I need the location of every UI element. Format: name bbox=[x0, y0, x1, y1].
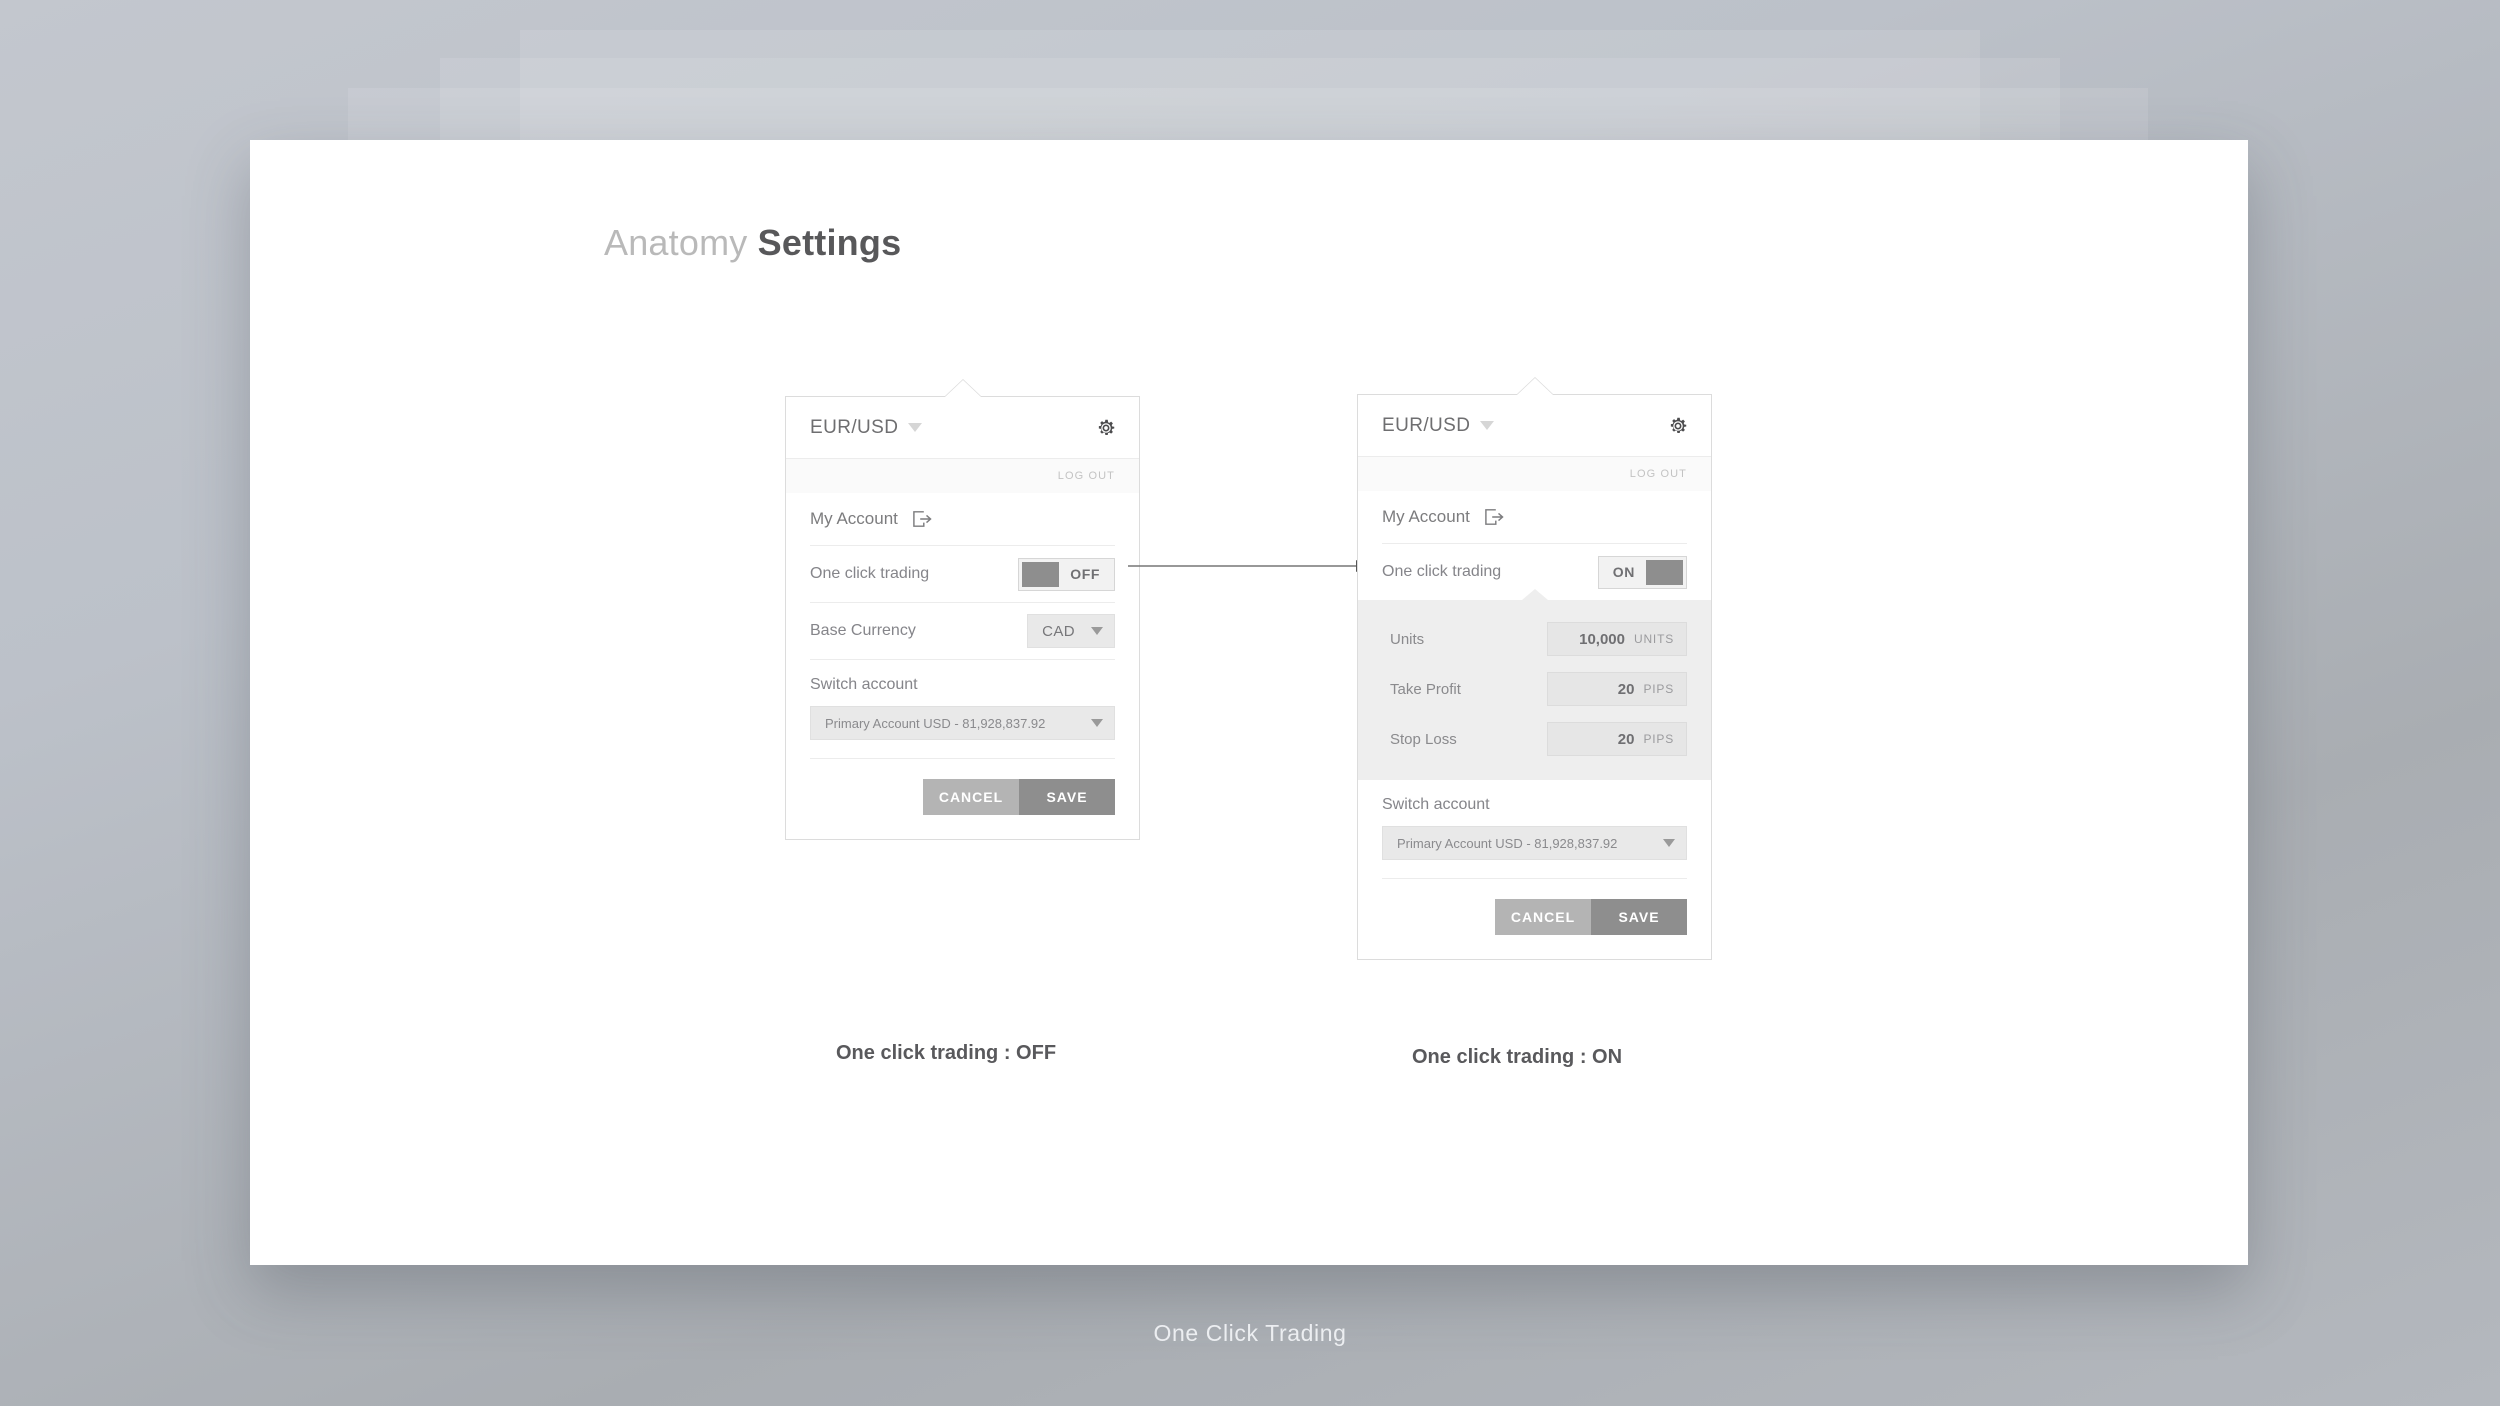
one-click-trading-toggle-on[interactable]: ON bbox=[1597, 555, 1687, 589]
stop-loss-row: Stop Loss 20 PIPS bbox=[1382, 714, 1687, 764]
settings-panel-on: EUR/USD LOG OUT My Account One click tra… bbox=[1357, 378, 1712, 960]
one-click-trading-label: One click trading bbox=[1382, 563, 1502, 580]
base-currency-row: Base Currency CAD bbox=[810, 603, 1115, 660]
save-button[interactable]: SAVE bbox=[1019, 779, 1115, 815]
currency-pair-label[interactable]: EUR/USD bbox=[810, 417, 898, 439]
export-icon[interactable] bbox=[898, 510, 932, 528]
connector-arrow bbox=[1128, 556, 1368, 576]
panel-body: My Account One click trading ON Units 10… bbox=[1358, 491, 1711, 959]
stop-loss-input[interactable]: 20 PIPS bbox=[1547, 722, 1687, 756]
toggle-knob bbox=[1646, 559, 1683, 585]
account-select[interactable]: Primary Account USD - 81,928,837.92 bbox=[1382, 826, 1687, 860]
switch-account-label: Switch account bbox=[1382, 796, 1490, 813]
account-select-value: Primary Account USD - 81,928,837.92 bbox=[825, 715, 1046, 731]
settings-panel-off: EUR/USD LOG OUT My Account One click tra… bbox=[785, 380, 1140, 840]
account-select-value: Primary Account USD - 81,928,837.92 bbox=[1397, 835, 1618, 851]
take-profit-input[interactable]: 20 PIPS bbox=[1547, 672, 1687, 706]
logout-strip: LOG OUT bbox=[786, 459, 1139, 493]
cancel-button[interactable]: CANCEL bbox=[1495, 899, 1591, 935]
units-unit: UNITS bbox=[1634, 632, 1674, 646]
currency-pair-label[interactable]: EUR/USD bbox=[1382, 415, 1470, 437]
logout-button[interactable]: LOG OUT bbox=[1630, 468, 1687, 480]
gear-icon[interactable] bbox=[1667, 415, 1689, 437]
take-profit-label: Take Profit bbox=[1390, 680, 1461, 698]
panel-button-row: CANCEL SAVE bbox=[810, 759, 1115, 839]
toggle-state-label: ON bbox=[1612, 564, 1635, 580]
stop-loss-unit: PIPS bbox=[1643, 732, 1674, 746]
export-icon[interactable] bbox=[1470, 508, 1504, 526]
chevron-down-icon bbox=[1091, 719, 1103, 727]
logout-button[interactable]: LOG OUT bbox=[1058, 470, 1115, 482]
page-title: Anatomy Settings bbox=[604, 222, 901, 264]
one-click-settings-group: Units 10,000 UNITS Take Profit 20 PIPS S… bbox=[1358, 589, 1711, 780]
one-click-trading-toggle-off[interactable]: OFF bbox=[1018, 557, 1115, 591]
switch-account-label: Switch account bbox=[810, 676, 918, 693]
chevron-down-icon bbox=[1663, 839, 1675, 847]
take-profit-unit: PIPS bbox=[1643, 682, 1674, 696]
base-currency-select[interactable]: CAD bbox=[1027, 614, 1115, 648]
chevron-down-icon[interactable] bbox=[1480, 421, 1495, 430]
chevron-down-icon[interactable] bbox=[908, 423, 923, 432]
panel-notch-icon bbox=[1516, 378, 1553, 396]
cancel-button[interactable]: CANCEL bbox=[923, 779, 1019, 815]
units-label: Units bbox=[1390, 630, 1425, 648]
units-row: Units 10,000 UNITS bbox=[1382, 614, 1687, 664]
my-account-row[interactable]: My Account bbox=[810, 493, 1115, 546]
stop-loss-label: Stop Loss bbox=[1390, 730, 1457, 748]
page-title-thin: Anatomy bbox=[604, 222, 748, 263]
logout-strip: LOG OUT bbox=[1358, 457, 1711, 491]
take-profit-row: Take Profit 20 PIPS bbox=[1382, 664, 1687, 714]
caption-on: One click trading : ON bbox=[1412, 1046, 1623, 1068]
switch-account-block: Switch account Primary Account USD - 81,… bbox=[810, 660, 1115, 759]
my-account-row[interactable]: My Account bbox=[1382, 491, 1687, 544]
my-account-label: My Account bbox=[1382, 507, 1470, 526]
group-notch-icon bbox=[1521, 589, 1548, 600]
chevron-down-icon bbox=[1091, 627, 1103, 635]
caption-off: One click trading : OFF bbox=[836, 1042, 1057, 1064]
toggle-knob bbox=[1022, 561, 1060, 587]
units-value: 10,000 bbox=[1579, 630, 1625, 648]
one-click-trading-row: One click trading OFF bbox=[810, 546, 1115, 603]
my-account-label: My Account bbox=[810, 509, 898, 528]
account-select[interactable]: Primary Account USD - 81,928,837.92 bbox=[810, 706, 1115, 740]
one-click-trading-label: One click trading bbox=[810, 565, 930, 582]
panel-body: My Account One click trading OFF Base Cu… bbox=[786, 493, 1139, 839]
stop-loss-value: 20 bbox=[1617, 730, 1635, 748]
panel-notch-icon bbox=[944, 380, 981, 398]
footer-title: One Click Trading bbox=[1153, 1320, 1347, 1346]
page-title-bold: Settings bbox=[757, 222, 902, 263]
panel-button-row: CANCEL SAVE bbox=[1382, 879, 1687, 959]
main-card bbox=[250, 140, 2248, 1265]
units-input[interactable]: 10,000 UNITS bbox=[1547, 622, 1687, 656]
panel-header: EUR/USD bbox=[1358, 395, 1711, 457]
gear-icon[interactable] bbox=[1095, 417, 1117, 439]
panel-header: EUR/USD bbox=[786, 397, 1139, 459]
base-currency-label: Base Currency bbox=[810, 622, 916, 639]
toggle-state-label: OFF bbox=[1070, 566, 1100, 582]
base-currency-value: CAD bbox=[1042, 622, 1075, 640]
take-profit-value: 20 bbox=[1617, 680, 1635, 698]
save-button[interactable]: SAVE bbox=[1591, 899, 1687, 935]
switch-account-block: Switch account Primary Account USD - 81,… bbox=[1382, 780, 1687, 879]
